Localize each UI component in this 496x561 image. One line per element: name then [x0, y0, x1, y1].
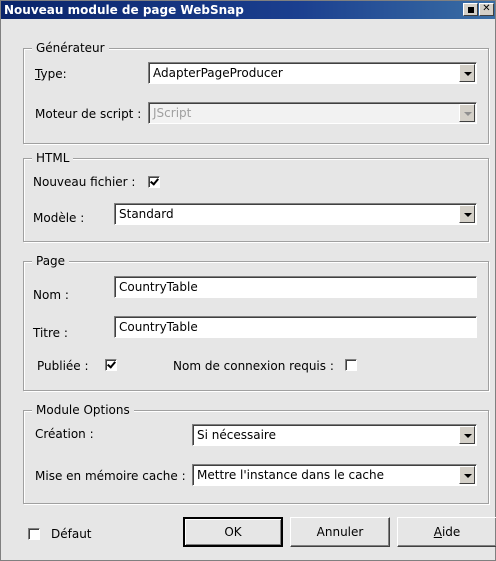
published-checkbox[interactable]: [105, 359, 117, 371]
creation-label: Création :: [35, 427, 94, 441]
chevron-down-icon[interactable]: [459, 104, 475, 122]
close-button[interactable]: ✕: [479, 3, 494, 16]
chevron-down-icon[interactable]: [459, 466, 475, 484]
new-file-label: Nouveau fichier :: [33, 175, 136, 189]
module-options-group-title: Module Options: [32, 403, 134, 417]
minimize-icon: [467, 7, 474, 13]
generator-group-title: Générateur: [32, 41, 109, 55]
type-value: AdapterPageProducer: [153, 66, 283, 80]
login-required-label: Nom de connexion requis :: [173, 359, 334, 373]
type-label: Type:: [35, 67, 67, 81]
close-icon: ✕: [482, 3, 491, 14]
name-input[interactable]: CountryTable: [114, 276, 477, 298]
cache-label: Mise en mémoire cache :: [35, 469, 186, 483]
ok-button[interactable]: OK: [183, 517, 283, 547]
type-combobox[interactable]: AdapterPageProducer: [148, 62, 477, 84]
title-input[interactable]: CountryTable: [114, 316, 477, 338]
default-label: Défaut: [51, 527, 92, 541]
cache-value: Mettre l'instance dans le cache: [197, 468, 385, 482]
script-engine-value: JScript: [153, 106, 192, 120]
cache-combobox[interactable]: Mettre l'instance dans le cache: [192, 464, 477, 486]
login-required-checkbox[interactable]: [345, 359, 357, 371]
html-group-title: HTML: [32, 151, 74, 165]
minimize-button[interactable]: [463, 3, 478, 16]
websnap-page-module-dialog: Nouveau module de page WebSnap ✕ Générat…: [0, 0, 496, 561]
script-engine-label: Moteur de script :: [35, 107, 142, 121]
template-label: Modèle :: [33, 211, 85, 225]
page-group-title: Page: [32, 254, 70, 268]
chevron-down-icon[interactable]: [459, 64, 475, 82]
title-label: Titre :: [33, 326, 68, 340]
template-combobox[interactable]: Standard: [114, 203, 477, 225]
chevron-down-icon[interactable]: [459, 426, 475, 444]
chevron-down-icon[interactable]: [459, 205, 475, 223]
template-value: Standard: [119, 207, 174, 221]
script-engine-combobox[interactable]: JScript: [148, 102, 477, 124]
creation-value: Si nécessaire: [197, 428, 276, 442]
default-checkbox[interactable]: [28, 528, 40, 540]
published-label: Publiée :: [37, 359, 89, 373]
name-label: Nom :: [33, 288, 69, 302]
html-group: HTML: [23, 151, 489, 242]
help-button[interactable]: Aide: [397, 517, 496, 547]
cancel-button[interactable]: Annuler: [290, 517, 390, 547]
creation-combobox[interactable]: Si nécessaire: [192, 424, 477, 446]
title-bar[interactable]: Nouveau module de page WebSnap ✕: [1, 1, 495, 19]
new-file-checkbox[interactable]: [148, 176, 160, 188]
window-title: Nouveau module de page WebSnap: [4, 3, 244, 17]
